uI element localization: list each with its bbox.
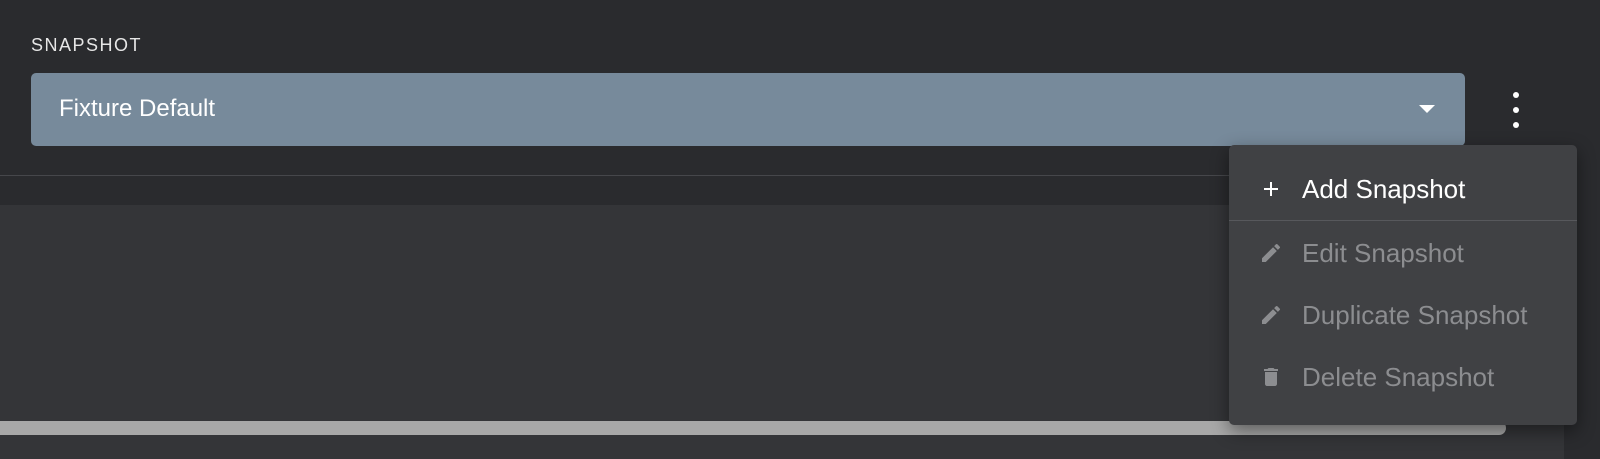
menu-item-duplicate-snapshot[interactable]: Duplicate Snapshot xyxy=(1229,287,1577,343)
snapshot-select-value: Fixture Default xyxy=(59,95,216,122)
trash-icon xyxy=(1264,368,1278,386)
caret-down-icon xyxy=(1419,105,1435,113)
menu-item-delete-snapshot[interactable]: Delete Snapshot xyxy=(1229,349,1577,405)
section-label: SNAPSHOT xyxy=(31,35,143,55)
menu-item-label: Edit Snapshot xyxy=(1302,238,1464,268)
menu-item-label: Add Snapshot xyxy=(1302,174,1466,204)
snapshot-panel: SNAPSHOT Fixture Default Add Snapshot Ed… xyxy=(0,0,1600,459)
more-vert-icon xyxy=(1513,107,1519,113)
more-vert-icon xyxy=(1513,92,1519,98)
snapshot-select[interactable]: Fixture Default xyxy=(31,73,1465,146)
pencil-icon xyxy=(1262,243,1281,262)
more-vert-icon xyxy=(1513,122,1519,128)
menu-item-edit-snapshot[interactable]: Edit Snapshot xyxy=(1229,225,1577,281)
plus-icon xyxy=(1264,182,1278,196)
more-options-button[interactable] xyxy=(1496,86,1536,134)
pencil-icon xyxy=(1262,305,1281,324)
snapshot-menu: Add Snapshot Edit Snapshot Duplicate Sna… xyxy=(1229,145,1577,425)
menu-item-label: Duplicate Snapshot xyxy=(1302,300,1528,330)
menu-item-add-snapshot[interactable]: Add Snapshot xyxy=(1229,161,1577,217)
menu-item-label: Delete Snapshot xyxy=(1302,362,1495,392)
menu-divider xyxy=(1229,220,1577,221)
